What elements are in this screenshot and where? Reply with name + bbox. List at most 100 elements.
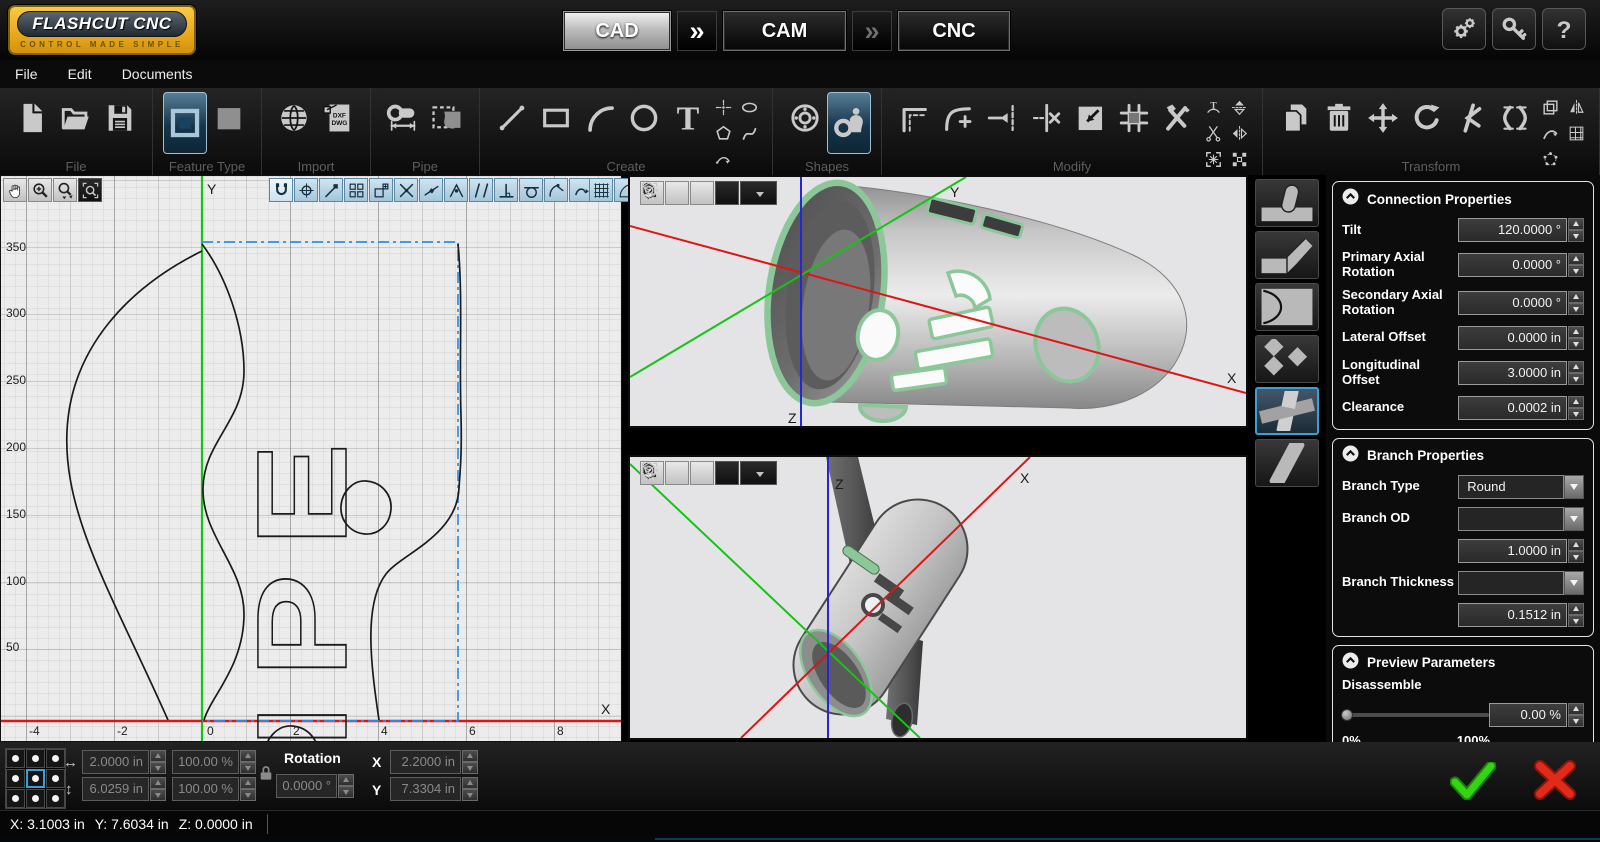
menu-item-documents[interactable]: Documents [107, 60, 208, 88]
longitudinal-offset-spinner[interactable]: 3.0000 in [1458, 361, 1584, 385]
move-button[interactable] [1361, 92, 1405, 144]
feature-blank-button[interactable] [207, 92, 251, 144]
chevron-down-icon[interactable] [1564, 571, 1584, 595]
anchor-cell[interactable] [26, 749, 45, 768]
zoom-extents-button[interactable] [715, 181, 739, 205]
save-file-button[interactable] [98, 92, 142, 144]
copy-button[interactable] [1273, 92, 1317, 144]
flange-button[interactable] [783, 92, 827, 144]
branch-thickness-spinner[interactable]: 0.1512 in [1458, 603, 1584, 627]
spin-down-icon[interactable] [150, 762, 166, 774]
anchor-point-selector[interactable] [5, 748, 66, 809]
cad-2d-viewport[interactable]: PIPE Y X -4-202468 35030025020015010050 [0, 175, 622, 742]
settings-gears-button[interactable] [1442, 8, 1486, 50]
conn-miter-button[interactable] [1255, 231, 1319, 279]
snap-par-button[interactable] [469, 178, 493, 202]
import-image-button[interactable] [272, 92, 316, 144]
swoosh-button[interactable] [1537, 120, 1563, 146]
height-scale-spinner[interactable]: 100.00 % [172, 777, 256, 801]
license-key-button[interactable] [1492, 8, 1536, 50]
rectangle-button[interactable] [534, 92, 578, 144]
snap-end-button[interactable] [319, 178, 343, 202]
spin-up-icon[interactable] [1568, 326, 1584, 338]
spin-down-icon[interactable] [150, 789, 166, 801]
shape-tool-button[interactable] [827, 92, 871, 154]
spin-down-icon[interactable] [1568, 408, 1584, 420]
spin-up-icon[interactable] [240, 777, 256, 789]
mode-button-cam[interactable]: CAM [723, 11, 846, 51]
collapse-icon[interactable] [1342, 188, 1359, 210]
zoom-in-button[interactable] [665, 461, 689, 485]
anchor-cell[interactable] [46, 789, 65, 808]
spin-down-icon[interactable] [1568, 338, 1584, 350]
trim-button[interactable] [1024, 92, 1068, 144]
corner-button[interactable] [892, 92, 936, 144]
frame-button[interactable] [1112, 92, 1156, 144]
3d-viewport-bottom[interactable]: Z X [628, 455, 1248, 740]
collapse-icon[interactable] [1342, 652, 1359, 674]
branch-type-select[interactable]: Round [1458, 475, 1584, 499]
spin-up-icon[interactable] [150, 777, 166, 789]
spin-down-icon[interactable] [1568, 615, 1584, 627]
spin-up-icon[interactable] [462, 777, 478, 789]
chevron-down-icon[interactable] [1564, 475, 1584, 499]
snap-grid-button[interactable] [344, 178, 368, 202]
menu-item-edit[interactable]: Edit [53, 60, 107, 88]
pan-button[interactable] [3, 178, 27, 202]
spin-up-icon[interactable] [1568, 253, 1584, 265]
spin-up-icon[interactable] [1568, 539, 1584, 551]
spin-down-icon[interactable] [240, 789, 256, 801]
spin-down-icon[interactable] [462, 789, 478, 801]
spin-up-icon[interactable] [462, 750, 478, 762]
snap-arc-button[interactable] [544, 178, 568, 202]
feature-2d-button[interactable] [163, 92, 207, 154]
spin-down-icon[interactable] [1568, 715, 1584, 727]
zoom-extents-button[interactable] [715, 461, 739, 485]
extend-button[interactable] [980, 92, 1024, 144]
help-button[interactable]: ? [1542, 8, 1586, 50]
anchor-cell[interactable] [26, 769, 45, 788]
view-cube-button[interactable] [740, 181, 777, 205]
branch-thickness-select[interactable] [1458, 571, 1584, 595]
x-position-spinner[interactable]: 2.2000 in [390, 750, 478, 774]
pipe-dim-button[interactable] [381, 92, 425, 144]
edit-tools-button[interactable] [1156, 92, 1200, 144]
zoom-window-button[interactable] [690, 461, 714, 485]
shear-button[interactable] [1449, 92, 1493, 144]
snap-quad-button[interactable] [369, 178, 393, 202]
text-button[interactable]: T [666, 92, 710, 144]
slider-thumb[interactable] [1341, 709, 1353, 721]
spin-up-icon[interactable] [1568, 291, 1584, 303]
spin-down-icon[interactable] [462, 762, 478, 774]
mirror-button[interactable] [1563, 94, 1589, 120]
spin-up-icon[interactable] [1568, 218, 1584, 230]
y-position-spinner[interactable]: 7.3304 in [390, 777, 478, 801]
flip-v-button[interactable] [1226, 94, 1252, 120]
fillet-button[interactable] [936, 92, 980, 144]
spin-up-icon[interactable] [150, 750, 166, 762]
point-button[interactable] [710, 94, 736, 120]
height-spinner[interactable]: 6.0259 in [82, 777, 166, 801]
view-cube-button[interactable] [740, 461, 777, 485]
flip-h-button[interactable] [1226, 120, 1252, 146]
mode-button-cad[interactable]: CAD [563, 11, 671, 51]
snap-tan-button[interactable] [519, 178, 543, 202]
spin-up-icon[interactable] [1568, 703, 1584, 715]
delete-button[interactable] [1317, 92, 1361, 144]
cut-button[interactable] [1200, 120, 1226, 146]
snap-perp-button[interactable] [494, 178, 518, 202]
rotate-button[interactable] [1405, 92, 1449, 144]
primary-axial-rotation-spinner[interactable]: 0.0000 ° [1458, 253, 1584, 277]
anchor-cell[interactable] [6, 749, 25, 768]
spin-up-icon[interactable] [240, 750, 256, 762]
ellipse-button[interactable] [736, 94, 762, 120]
spin-up-icon[interactable] [1568, 396, 1584, 408]
snap-int-button[interactable] [394, 178, 418, 202]
3d-viewport-top[interactable]: Y X Z [628, 175, 1248, 428]
spin-down-icon[interactable] [1568, 303, 1584, 315]
circle-button[interactable] [622, 92, 666, 144]
zoom-extents-button[interactable] [78, 178, 102, 202]
open-file-button[interactable] [54, 92, 98, 144]
spline-button[interactable] [736, 120, 762, 146]
new-document-button[interactable] [10, 92, 54, 144]
